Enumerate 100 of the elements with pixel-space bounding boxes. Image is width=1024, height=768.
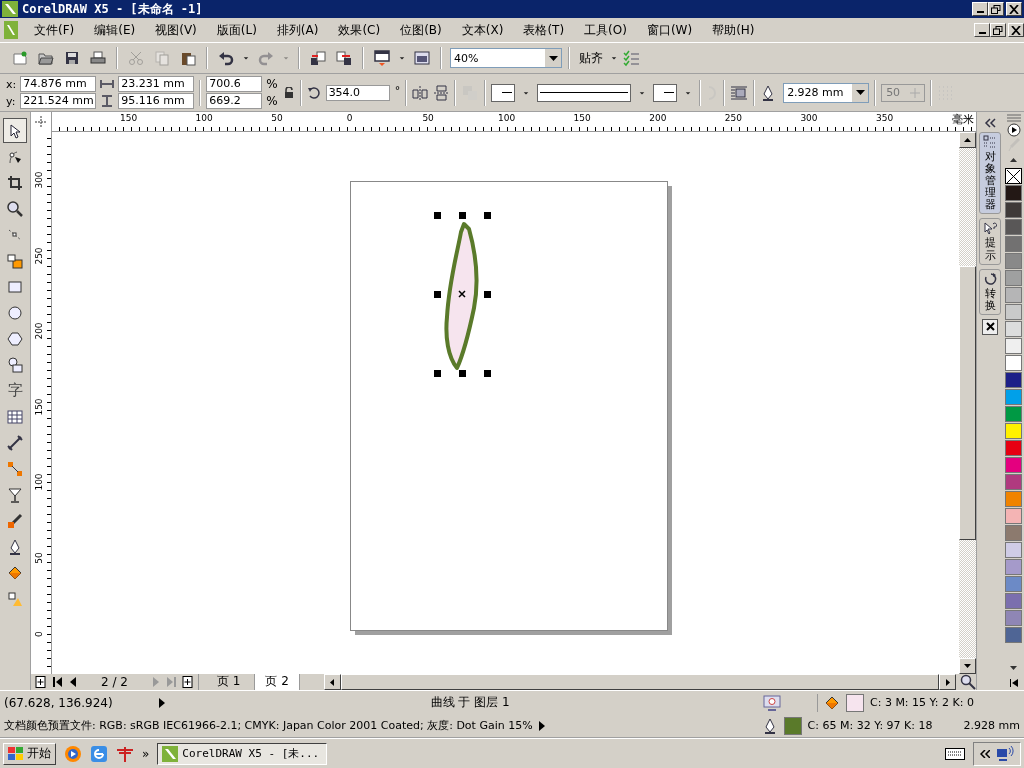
color-swatch[interactable] — [1005, 559, 1022, 575]
color-swatch[interactable] — [1005, 423, 1022, 439]
color-swatch[interactable] — [1005, 202, 1022, 218]
color-swatch[interactable] — [1005, 406, 1022, 422]
start-arrowhead-dropdown[interactable] — [491, 83, 516, 102]
color-swatch[interactable] — [1005, 457, 1022, 473]
start-button[interactable]: 开始 — [3, 742, 56, 765]
text-wrap-icon[interactable] — [730, 83, 749, 102]
zoom-level-dropdown[interactable]: 40% — [450, 48, 562, 68]
page-tab[interactable]: 页 1 — [206, 673, 251, 691]
color-swatch[interactable] — [1005, 508, 1022, 524]
color-swatch[interactable] — [1005, 440, 1022, 456]
width-field[interactable]: 23.231 mm — [118, 76, 195, 92]
window-icon[interactable] — [414, 50, 430, 66]
previous-page-icon[interactable] — [69, 677, 77, 687]
taskbar-window-button[interactable]: CorelDRAW X5 - [未... — [157, 742, 328, 765]
menu-item[interactable]: 排列(A) — [270, 21, 325, 39]
vertical-scrollbar[interactable] — [959, 132, 976, 674]
zoom-icon[interactable] — [960, 674, 976, 690]
expand-arrow-icon[interactable] — [538, 720, 545, 731]
color-swatch[interactable] — [1005, 542, 1022, 558]
scale-x-field[interactable]: 700.6 — [206, 76, 263, 92]
y-position-field[interactable]: 221.524 mm — [20, 93, 97, 109]
color-swatch[interactable] — [1005, 576, 1022, 592]
minimize-button[interactable] — [974, 23, 990, 37]
collapse-icon[interactable] — [984, 118, 996, 128]
menu-item[interactable]: 表格(T) — [517, 21, 571, 39]
first-page-icon[interactable] — [53, 677, 63, 687]
color-swatch[interactable] — [1005, 287, 1022, 303]
printer-icon[interactable] — [90, 50, 106, 66]
color-swatch[interactable] — [1005, 610, 1022, 626]
undo-icon[interactable] — [218, 50, 234, 66]
docker-tab[interactable]: 转换 — [979, 268, 1001, 315]
docker-tab[interactable]: 对象管理器 — [979, 132, 1001, 215]
color-swatch[interactable] — [1005, 321, 1022, 337]
scale-y-field[interactable]: 669.2 — [206, 93, 263, 109]
color-swatch[interactable] — [1005, 304, 1022, 320]
menu-item[interactable]: 视图(V) — [149, 21, 203, 39]
selected-tool-button[interactable] — [3, 118, 27, 143]
color-swatch[interactable] — [1005, 474, 1022, 490]
color-swatch[interactable] — [1005, 338, 1022, 354]
menu-item[interactable]: 文本(X) — [455, 21, 510, 39]
no-color-swatch[interactable] — [1005, 168, 1022, 184]
height-field[interactable]: 95.116 mm — [118, 93, 195, 109]
docker-tab[interactable]: 提示 — [979, 218, 1001, 265]
lock-icon[interactable] — [282, 86, 295, 99]
menu-item[interactable]: 工具(O) — [578, 21, 633, 39]
play-icon[interactable] — [1006, 123, 1021, 137]
color-swatch[interactable] — [1005, 389, 1022, 405]
text-tool-button[interactable]: 字 — [3, 378, 27, 403]
up-arrow-icon[interactable] — [1010, 158, 1017, 162]
color-swatch[interactable] — [1005, 372, 1022, 388]
import-icon[interactable] — [310, 50, 326, 66]
color-swatch[interactable] — [1005, 236, 1022, 252]
restore-button[interactable] — [988, 2, 1004, 16]
mirror-vertical-icon[interactable] — [433, 84, 450, 101]
more-button[interactable]: » — [142, 746, 150, 761]
color-swatch[interactable] — [1005, 219, 1022, 235]
menu-item[interactable]: 效果(C) — [332, 21, 387, 39]
expand-arrow-icon[interactable] — [158, 697, 165, 708]
browser-icon[interactable] — [90, 744, 108, 763]
add-page-icon[interactable] — [35, 676, 47, 688]
center-mark-icon[interactable] — [458, 290, 466, 298]
menu-item[interactable]: 帮助(H) — [706, 21, 761, 39]
selection-handle[interactable] — [434, 212, 441, 219]
color-swatch[interactable] — [1005, 270, 1022, 286]
menu-item[interactable]: 文件(F) — [28, 21, 81, 39]
selection-handle[interactable] — [434, 291, 441, 298]
color-swatch[interactable] — [1005, 355, 1022, 371]
menu-item[interactable]: 编辑(E) — [88, 21, 142, 39]
folder-icon[interactable] — [38, 50, 54, 66]
monitor-icon[interactable] — [763, 694, 781, 711]
color-swatch[interactable] — [1005, 525, 1022, 541]
line-style-dropdown[interactable] — [537, 83, 632, 102]
leaf-shape[interactable] — [444, 222, 479, 370]
last-icon[interactable] — [1009, 679, 1018, 687]
chevron-left-icon[interactable] — [980, 749, 990, 758]
export-icon[interactable] — [336, 50, 352, 66]
color-swatch[interactable] — [1005, 593, 1022, 609]
selection-handle[interactable] — [484, 370, 491, 377]
monitor-icon[interactable] — [374, 50, 390, 66]
mirror-horizontal-icon[interactable] — [412, 84, 429, 101]
minimize-button[interactable] — [972, 2, 988, 16]
close-button[interactable] — [982, 318, 998, 335]
color-swatch[interactable] — [1005, 185, 1022, 201]
add-page-icon[interactable] — [181, 676, 194, 688]
menu-item[interactable]: 窗口(W) — [640, 21, 699, 39]
media-player-icon[interactable] — [64, 744, 82, 763]
color-swatch[interactable] — [1005, 627, 1022, 643]
selection-handle[interactable] — [484, 212, 491, 219]
keyboard-icon[interactable] — [945, 747, 965, 760]
selection-handle[interactable] — [484, 291, 491, 298]
snap-button[interactable]: 贴齐 — [576, 49, 606, 67]
x-position-field[interactable]: 74.876 mm — [20, 76, 97, 92]
menu-item[interactable]: 版面(L) — [210, 21, 263, 39]
color-swatch[interactable] — [1005, 253, 1022, 269]
down-arrow-icon[interactable] — [1010, 666, 1017, 670]
outline-width-dropdown[interactable]: 2.928 mm — [783, 82, 870, 103]
selection-handle[interactable] — [459, 370, 466, 377]
color-swatch[interactable] — [1005, 491, 1022, 507]
